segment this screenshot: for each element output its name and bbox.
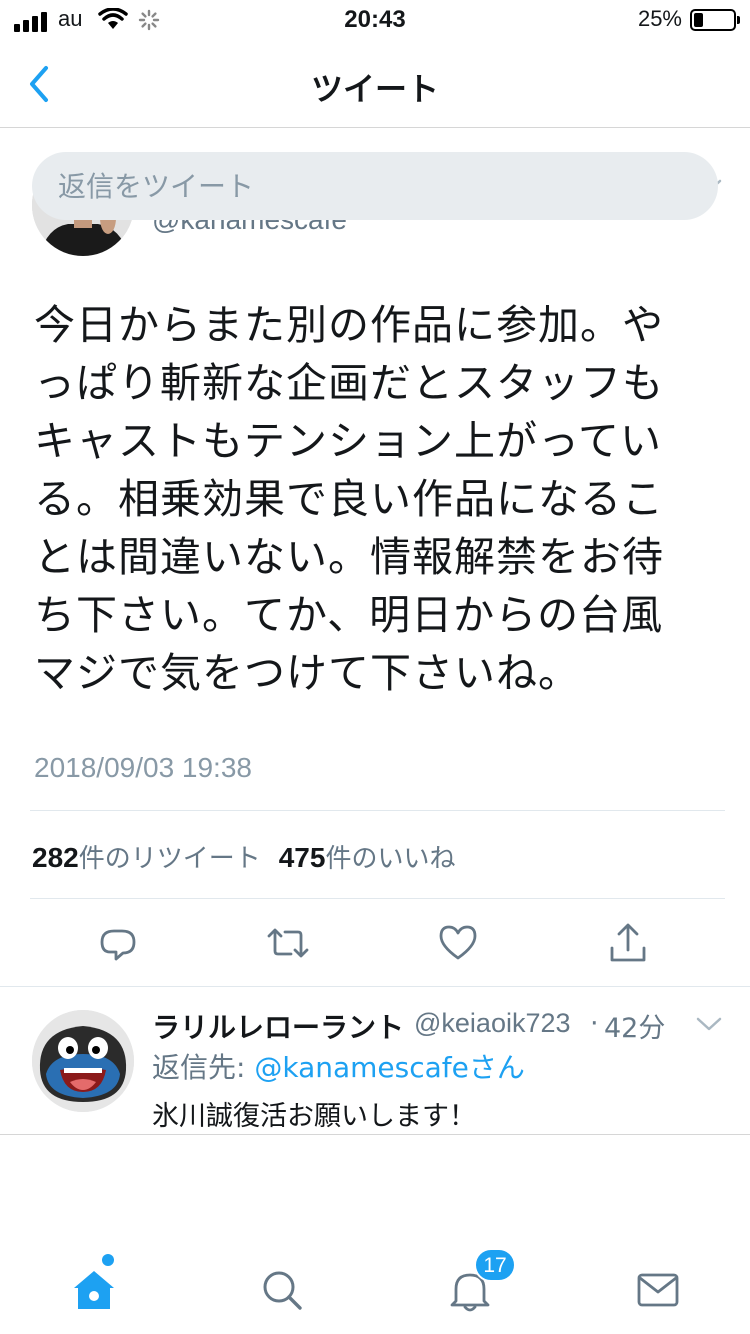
reply-to-mention[interactable]: @kanamescafeさん: [254, 1051, 525, 1084]
tweet-text: 今日からまた別の作品に参加。やっぱり斬新な企画だとスタッフもキャストもテンション…: [34, 301, 664, 697]
reply-author-handle[interactable]: @keiaoik723: [414, 1008, 571, 1039]
retweet-icon: [267, 928, 309, 958]
tweet-actions: [0, 916, 750, 970]
retweet-label: 件のリツイート: [78, 844, 261, 874]
compose-bar: [0, 1134, 750, 1234]
reply-author-name[interactable]: ラリルレローラント: [152, 1006, 404, 1046]
share-button[interactable]: [601, 916, 655, 970]
home-icon: [74, 1271, 114, 1309]
reply-author-avatar[interactable]: [32, 1010, 134, 1112]
share-icon: [610, 923, 646, 962]
reply-icon: [100, 929, 136, 961]
reply-timestamp: 42分: [604, 1013, 666, 1044]
status-bar: au 20:43 25%: [0, 0, 750, 40]
reply-compose-input[interactable]: [32, 152, 718, 220]
reply-meta-separator: ·: [590, 1008, 599, 1039]
section-separator: [0, 986, 750, 987]
retweet-count: 282: [32, 842, 79, 873]
reply-to-prefix: 返信先:: [152, 1051, 255, 1084]
likes-stat[interactable]: 475件のいいね: [278, 842, 456, 874]
battery-icon: [690, 9, 740, 31]
retweets-stat[interactable]: 282件のリツイート: [32, 842, 261, 874]
reply-button[interactable]: [91, 916, 145, 970]
divider: [30, 810, 725, 811]
tab-search[interactable]: [252, 1262, 312, 1318]
like-count: 475: [278, 842, 326, 873]
engagement-stats: 282件のリツイート 475件のいいね: [32, 838, 455, 875]
retweet-button[interactable]: [261, 916, 315, 970]
notifications-badge: 17: [474, 1248, 516, 1282]
home-new-content-dot: [102, 1254, 114, 1266]
tab-bar: [0, 1234, 750, 1334]
messages-envelope-icon: [637, 1273, 679, 1307]
like-label: 件のいいね: [325, 844, 456, 874]
battery-percent: 25%: [637, 6, 682, 31]
like-heart-icon: [439, 925, 477, 960]
tab-home[interactable]: [64, 1262, 124, 1318]
reply-text: 氷川誠復活お願いします！: [152, 1101, 476, 1132]
like-button[interactable]: [431, 916, 485, 970]
tweet-timestamp: 2018/09/03 19:38: [34, 752, 252, 783]
tab-messages[interactable]: [628, 1262, 688, 1318]
reply-to-line: 返信先: @kanamescafeさん: [152, 1046, 525, 1086]
chevron-down-icon[interactable]: [696, 1016, 722, 1032]
search-icon: [263, 1271, 302, 1310]
divider: [30, 898, 725, 899]
navigation-bar: ツイート: [0, 40, 750, 128]
page-title: ツイート: [310, 70, 439, 108]
